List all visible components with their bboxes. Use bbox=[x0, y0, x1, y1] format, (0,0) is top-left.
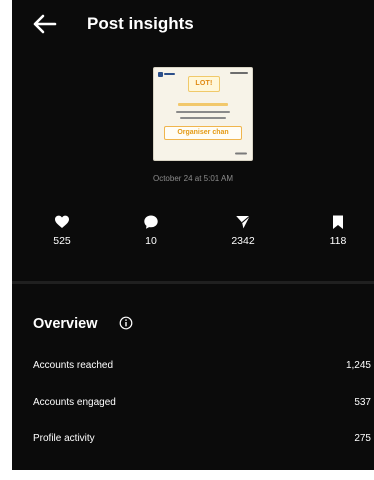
thumbnail-line bbox=[178, 103, 228, 106]
page-title: Post insights bbox=[87, 14, 194, 33]
accounts-reached-value: 1,245 bbox=[345, 360, 371, 371]
thumbnail-logo bbox=[158, 71, 176, 80]
thumbnail-badge: LOT! bbox=[188, 76, 220, 92]
text-placeholder-icon bbox=[180, 117, 226, 119]
bookmark-icon bbox=[333, 215, 343, 229]
brand-mark-icon bbox=[230, 72, 248, 74]
post-date: October 24 at 5:01 AM bbox=[152, 174, 234, 183]
thumbnail-footer bbox=[235, 152, 247, 156]
post-thumbnail[interactable]: LOT! Organiser chan bbox=[153, 67, 253, 161]
share-icon bbox=[236, 215, 251, 229]
arrow-left-icon bbox=[33, 14, 57, 34]
heart-icon bbox=[55, 215, 69, 228]
metric-shares: 2342 bbox=[218, 214, 268, 247]
thumbnail-corner-mark bbox=[230, 71, 248, 77]
thumbnail-text-line bbox=[166, 110, 240, 115]
likes-count: 525 bbox=[53, 235, 71, 247]
accounts-reached-label: Accounts reached bbox=[33, 360, 114, 371]
overview-heading: Overview bbox=[33, 316, 98, 332]
info-button[interactable] bbox=[119, 316, 133, 330]
footer-mark-icon bbox=[235, 152, 247, 155]
profile-activity-label: Profile activity bbox=[33, 433, 95, 444]
metric-likes: 525 bbox=[37, 214, 87, 247]
post-insights-screen: Post insights LOT! Organiser chan Octobe… bbox=[12, 0, 374, 470]
saves-count: 118 bbox=[329, 235, 347, 247]
metric-saves: 118 bbox=[313, 214, 363, 247]
comment-icon bbox=[144, 215, 158, 229]
profile-activity-value: 275 bbox=[354, 433, 371, 444]
back-button[interactable] bbox=[32, 13, 58, 35]
text-placeholder-icon bbox=[176, 111, 230, 113]
metric-comments: 10 bbox=[126, 214, 176, 247]
thumbnail-answer: Organiser chan bbox=[164, 126, 242, 140]
thumbnail-text-line bbox=[166, 116, 240, 121]
brand-logo-icon bbox=[158, 72, 175, 77]
accounts-engaged-label: Accounts engaged bbox=[33, 397, 116, 408]
shares-count: 2342 bbox=[231, 235, 255, 247]
info-icon bbox=[119, 316, 133, 330]
app-header: Post insights bbox=[12, 0, 374, 48]
accounts-engaged-value: 537 bbox=[354, 397, 371, 408]
section-divider bbox=[12, 281, 374, 284]
comments-count: 10 bbox=[145, 235, 157, 247]
